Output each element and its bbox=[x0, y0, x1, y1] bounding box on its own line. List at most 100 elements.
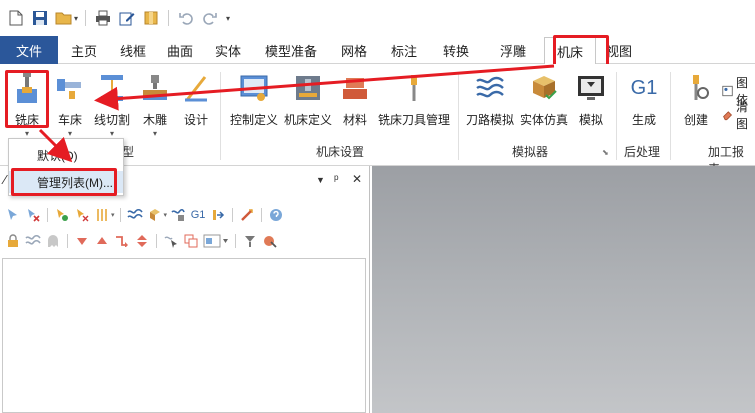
lock-icon[interactable] bbox=[4, 232, 22, 250]
simulate-toolpath-icon[interactable] bbox=[169, 206, 187, 224]
separator bbox=[85, 10, 87, 26]
material-label: 材料 bbox=[342, 113, 367, 127]
customize-dropdown-icon[interactable]: ▾ bbox=[226, 14, 230, 23]
wire-edm-icon bbox=[95, 70, 129, 106]
tab-model-prep[interactable]: 模型准备 bbox=[252, 36, 330, 64]
design-button[interactable]: 设计 bbox=[178, 70, 214, 128]
select-toolpath-icon[interactable] bbox=[162, 232, 180, 250]
separator bbox=[119, 208, 121, 222]
move-up-icon[interactable] bbox=[93, 232, 111, 250]
deselect-icon[interactable] bbox=[24, 206, 42, 224]
tool-manager-icon bbox=[397, 70, 431, 106]
filter-dropdown-icon[interactable] bbox=[202, 232, 230, 250]
separator bbox=[47, 208, 48, 222]
simulate-button[interactable]: 模拟 bbox=[574, 70, 608, 128]
ribbon-tabs: 文件 主页 线框 曲面 实体 模型准备 网格 标注 转换 浮雕 机床 视图 bbox=[0, 36, 755, 65]
machine-definition-icon bbox=[291, 70, 325, 106]
tab-solid[interactable]: 实体 bbox=[204, 36, 252, 64]
print-icon[interactable] bbox=[93, 7, 113, 29]
pack-icon[interactable] bbox=[141, 7, 161, 29]
material-button[interactable]: 材料 bbox=[340, 70, 370, 128]
router-dropdown-icon: ▾ bbox=[152, 129, 157, 138]
image-icon bbox=[722, 85, 733, 97]
panel-close-icon[interactable]: ✕ bbox=[352, 172, 362, 186]
tab-file[interactable]: 文件 bbox=[0, 36, 58, 64]
regenerate-dirty-icon[interactable] bbox=[73, 206, 91, 224]
toolpath-simulation-icon bbox=[473, 70, 507, 106]
redo-icon[interactable] bbox=[200, 7, 220, 29]
router-button[interactable]: 木雕 ▾ bbox=[138, 70, 172, 138]
toolpath-simulation-button[interactable]: 刀路模拟 bbox=[464, 70, 516, 128]
new-file-icon[interactable] bbox=[6, 7, 26, 29]
machine-definition-button[interactable]: 机床定义 bbox=[282, 70, 334, 128]
control-definition-button[interactable]: 控制定义 bbox=[228, 70, 280, 128]
wire-edm-dropdown-icon: ▾ bbox=[109, 129, 114, 138]
select-all-icon[interactable] bbox=[4, 206, 22, 224]
dialog-launcher-icon[interactable]: ⬊ bbox=[602, 148, 609, 157]
menu-item-default[interactable]: 默认(D) bbox=[9, 144, 123, 166]
verify-dropdown-icon[interactable]: ▾ bbox=[164, 211, 168, 219]
panel-toolbar-row-1: ▾ ▾ G1 bbox=[4, 206, 285, 224]
toggle-toolpath-icon[interactable] bbox=[93, 206, 111, 224]
post-g1-icon[interactable]: G1 bbox=[189, 206, 207, 224]
simulate-icon bbox=[574, 70, 608, 106]
simulator-group-label: 模拟器 bbox=[512, 145, 549, 159]
verify-icon[interactable] bbox=[146, 206, 164, 224]
tab-surface[interactable]: 曲面 bbox=[156, 36, 204, 64]
separator bbox=[156, 234, 157, 248]
control-definition-icon bbox=[237, 70, 271, 106]
toggle-display-icon[interactable] bbox=[24, 232, 42, 250]
tab-view[interactable]: 视图 bbox=[596, 36, 642, 64]
generate-button[interactable]: G1 生成 bbox=[624, 70, 664, 128]
lathe-dropdown-icon: ▾ bbox=[67, 129, 72, 138]
g1-glyph: G1 bbox=[630, 76, 658, 99]
create-report-label: 创建 bbox=[683, 113, 708, 127]
tool-manager-button[interactable]: 铣床刀具管理 bbox=[376, 70, 452, 128]
toolpath-dropdown-icon[interactable]: ▾ bbox=[111, 211, 115, 219]
tab-mesh[interactable]: 网格 bbox=[330, 36, 378, 64]
expand-tree-icon[interactable] bbox=[241, 232, 259, 250]
panel-menu-icon[interactable]: ▼ bbox=[316, 175, 325, 185]
display-options-icon[interactable] bbox=[261, 232, 279, 250]
undo-icon[interactable] bbox=[176, 7, 196, 29]
insert-updown-icon[interactable] bbox=[133, 232, 151, 250]
g1-small-glyph: G1 bbox=[190, 209, 206, 221]
machine-setup-group-label: 机床设置 bbox=[316, 145, 365, 159]
machine-definition-label: 机床定义 bbox=[283, 113, 332, 127]
tab-machine[interactable]: 机床 bbox=[544, 37, 596, 65]
mill-button[interactable]: 铣床 ▾ bbox=[8, 70, 46, 138]
regenerate-icon[interactable] bbox=[53, 206, 71, 224]
tab-annotate[interactable]: 标注 bbox=[378, 36, 430, 64]
open-dropdown-icon[interactable]: ▾ bbox=[74, 14, 78, 23]
menu-item-manage-list[interactable]: 管理列表(M)... bbox=[9, 171, 123, 193]
copy-toolpath-icon[interactable] bbox=[182, 232, 200, 250]
edit-icon[interactable] bbox=[117, 7, 137, 29]
panel-pin-icon[interactable]: ᵖ bbox=[334, 172, 339, 186]
tab-relief[interactable]: 浮雕 bbox=[482, 36, 544, 64]
design-label: 设计 bbox=[183, 113, 208, 127]
wire-edm-button[interactable]: 线切割 ▾ bbox=[92, 70, 132, 138]
lathe-button[interactable]: 车床 ▾ bbox=[52, 70, 88, 138]
insert-after-icon[interactable] bbox=[113, 232, 131, 250]
tab-wireframe[interactable]: 线框 bbox=[110, 36, 156, 64]
open-folder-icon[interactable] bbox=[54, 7, 74, 29]
tab-transform[interactable]: 转换 bbox=[430, 36, 482, 64]
highfeed-icon[interactable] bbox=[238, 206, 256, 224]
ghost-icon[interactable] bbox=[44, 232, 62, 250]
lathe-label: 车床 bbox=[57, 113, 82, 127]
create-report-button[interactable]: 创建 bbox=[678, 70, 714, 128]
clear-report-button[interactable]: 清图 bbox=[722, 98, 755, 132]
save-icon[interactable] bbox=[30, 7, 50, 29]
backplot-icon[interactable] bbox=[126, 206, 144, 224]
separator bbox=[67, 234, 68, 248]
mill-label: 铣床 bbox=[14, 113, 39, 127]
move-down-icon[interactable] bbox=[73, 232, 91, 250]
tool-manager-label: 铣床刀具管理 bbox=[377, 113, 450, 127]
graphics-viewport[interactable] bbox=[372, 166, 755, 413]
toolpath-simulation-label: 刀路模拟 bbox=[465, 113, 514, 127]
post-arrow-icon[interactable] bbox=[209, 206, 227, 224]
operations-tree[interactable] bbox=[2, 258, 366, 413]
help-icon[interactable] bbox=[267, 206, 285, 224]
tab-home[interactable]: 主页 bbox=[58, 36, 110, 64]
solid-simulation-button[interactable]: 实体仿真 bbox=[518, 70, 570, 128]
